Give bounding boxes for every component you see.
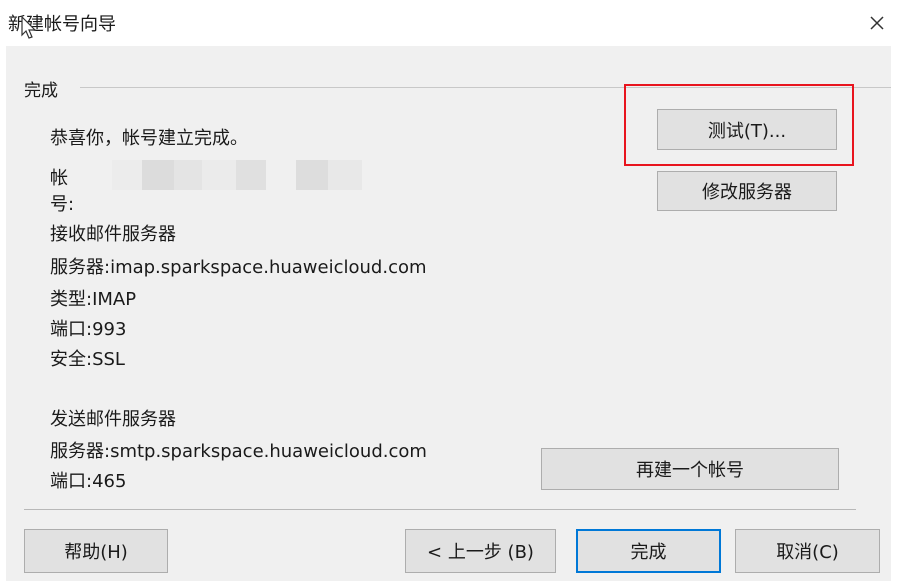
test-button[interactable]: 测试(T)... [657, 109, 837, 150]
footer-separator [24, 509, 856, 510]
account-label: 帐号: [50, 168, 75, 215]
help-button[interactable]: 帮助(H) [24, 529, 168, 573]
incoming-server-security: 安全:SSL [50, 349, 125, 370]
incoming-server-port: 端口:993 [50, 319, 127, 340]
outgoing-server-address: 服务器:smtp.sparkspace.huaweicloud.com [50, 441, 427, 462]
close-button[interactable] [860, 6, 894, 40]
incoming-server-type: 类型:IMAP [50, 289, 137, 310]
finish-button[interactable]: 完成 [576, 529, 721, 573]
mouse-pointer-icon [21, 16, 37, 39]
group-label-complete: 完成 [24, 76, 64, 101]
cancel-button[interactable]: 取消(C) [735, 529, 880, 573]
back-button[interactable]: < 上一步 (B) [405, 529, 556, 573]
congrats-message: 恭喜你，帐号建立完成。 [50, 128, 248, 149]
outgoing-server-port: 端口:465 [50, 471, 127, 492]
modify-server-button[interactable]: 修改服务器 [657, 171, 837, 211]
close-icon [870, 16, 884, 30]
outgoing-server-heading: 发送邮件服务器 [50, 409, 176, 430]
title-bar: 新建帐号向导 [0, 0, 897, 46]
create-another-account-button[interactable]: 再建一个帐号 [541, 448, 839, 490]
new-account-wizard-dialog: 新建帐号向导 完成 恭喜你，帐号建立完成。 帐号: 接收邮件服务器 服务器:im… [0, 0, 897, 581]
incoming-server-heading: 接收邮件服务器 [50, 224, 176, 245]
redacted-account-mosaic [112, 160, 362, 190]
incoming-server-address: 服务器:imap.sparkspace.huaweicloud.com [50, 257, 427, 278]
